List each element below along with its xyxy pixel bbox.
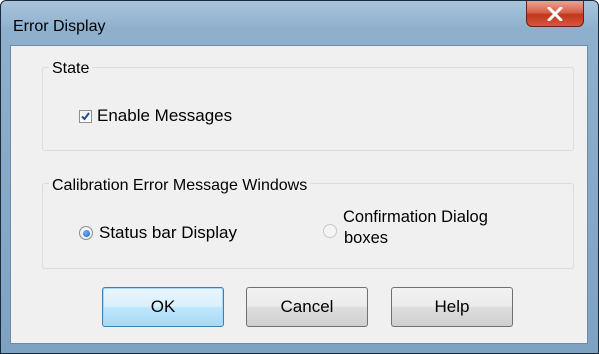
- confirmation-dialog-label-line1: Confirmation Dialog: [343, 208, 488, 226]
- cancel-button[interactable]: Cancel: [246, 287, 368, 327]
- error-display-dialog: Error Display State Enable Messages Cali…: [0, 0, 599, 354]
- status-bar-display-label: Status bar Display: [99, 223, 237, 242]
- window-title: Error Display: [13, 18, 106, 35]
- confirmation-dialog-radio[interactable]: [323, 224, 337, 238]
- confirmation-dialog-label: Confirmation Dialog boxes: [343, 207, 543, 249]
- ok-button[interactable]: OK: [102, 287, 224, 327]
- close-icon: [547, 6, 563, 21]
- checkmark-icon: [81, 111, 90, 121]
- calibration-group-label: Calibration Error Message Windows: [49, 177, 311, 195]
- confirmation-dialog-option[interactable]: Confirmation Dialog boxes: [323, 207, 543, 249]
- state-group-label: State: [49, 60, 93, 78]
- help-button[interactable]: Help: [391, 287, 513, 327]
- close-button[interactable]: [526, 1, 584, 27]
- title-bar[interactable]: Error Display: [1, 1, 598, 45]
- status-bar-display-radio[interactable]: [79, 226, 93, 240]
- enable-messages-label: Enable Messages: [97, 106, 233, 125]
- status-bar-display-option[interactable]: Status bar Display: [79, 223, 237, 243]
- enable-messages-checkbox[interactable]: [79, 109, 92, 123]
- confirmation-dialog-label-line2: boxes: [344, 229, 389, 247]
- enable-messages-checkbox-row[interactable]: Enable Messages: [79, 106, 232, 126]
- dialog-body: State Enable Messages Calibration Error …: [10, 45, 588, 344]
